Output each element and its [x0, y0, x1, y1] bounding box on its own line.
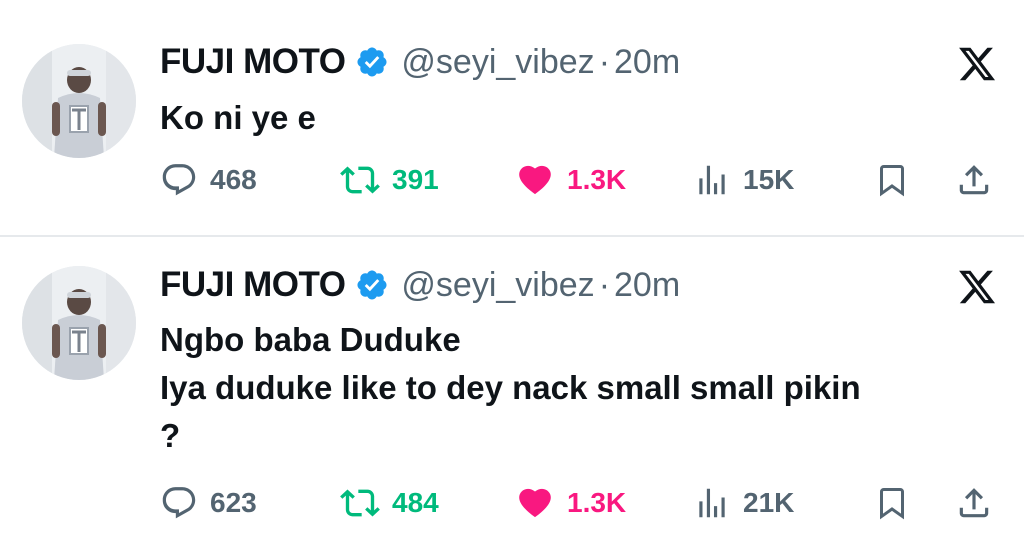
like-count: 1.3K [567, 164, 627, 195]
bookmark-icon [880, 488, 904, 520]
reply-button[interactable]: 623 [160, 481, 257, 525]
bar-chart-icon [699, 165, 725, 195]
repost-arrows-icon [340, 166, 380, 194]
share-button[interactable] [955, 481, 993, 525]
separator-dot: · [598, 265, 611, 304]
speech-bubble-icon [162, 487, 196, 519]
share-button[interactable] [955, 158, 993, 202]
share-upload-icon [959, 165, 989, 195]
heart-icon [519, 165, 551, 195]
repost-button[interactable]: 484 [340, 481, 439, 525]
tweet-text-line: ? [160, 417, 181, 454]
reply-count: 468 [210, 164, 257, 195]
tweet-text: Ngbo baba Duduke Iya duduke like to dey … [160, 316, 1010, 460]
reply-button[interactable]: 468 [160, 158, 257, 202]
tweet-header: FUJI MOTO @seyi_vibez · 20m [160, 263, 680, 307]
avatar[interactable] [22, 44, 136, 158]
tweet-text-line: Iya duduke like to dey nack small small … [160, 369, 861, 406]
views-button[interactable]: 21K [693, 481, 794, 525]
view-count: 15K [743, 164, 795, 195]
speech-bubble-icon [162, 164, 196, 196]
views-button[interactable]: 15K [693, 158, 794, 202]
tweet-text-line: Ko ni ye e [160, 99, 316, 136]
action-bar: 468 391 1.3K 15K [0, 158, 1024, 202]
like-button[interactable]: 1.3K [515, 158, 626, 202]
tweet-card[interactable]: FUJI MOTO @seyi_vibez · 20m Ngbo baba Du… [0, 237, 1024, 546]
timestamp[interactable]: 20m [614, 43, 680, 82]
bookmark-button[interactable] [874, 481, 910, 525]
author-name[interactable]: FUJI MOTO [160, 42, 346, 82]
heart-icon [519, 488, 551, 518]
separator-dot: · [598, 42, 611, 81]
tweet-card[interactable]: FUJI MOTO @seyi_vibez · 20m Ko ni ye e 4… [0, 0, 1024, 236]
like-count: 1.3K [567, 487, 627, 518]
author-handle[interactable]: @seyi_vibez [401, 266, 594, 305]
repost-arrows-icon [340, 489, 380, 517]
action-bar: 623 484 1.3K 21K [0, 481, 1024, 525]
x-logo-icon [959, 47, 996, 81]
bookmark-icon [880, 165, 904, 197]
view-count: 21K [743, 487, 795, 518]
repost-count: 391 [392, 164, 439, 195]
author-name[interactable]: FUJI MOTO [160, 265, 346, 305]
repost-button[interactable]: 391 [340, 158, 439, 202]
reply-count: 623 [210, 487, 257, 518]
like-button[interactable]: 1.3K [515, 481, 626, 525]
verified-badge-icon [357, 47, 387, 77]
bookmark-button[interactable] [874, 158, 910, 202]
author-handle[interactable]: @seyi_vibez [401, 43, 594, 82]
bar-chart-icon [699, 488, 725, 518]
tweet-text-line: Ngbo baba Duduke [160, 321, 461, 358]
timestamp[interactable]: 20m [614, 266, 680, 305]
x-logo-icon [959, 270, 996, 304]
share-upload-icon [959, 488, 989, 518]
verified-badge-icon [357, 270, 387, 300]
repost-count: 484 [392, 487, 439, 518]
tweet-text: Ko ni ye e [160, 94, 1010, 142]
avatar[interactable] [22, 266, 136, 380]
tweet-header: FUJI MOTO @seyi_vibez · 20m [160, 40, 680, 84]
